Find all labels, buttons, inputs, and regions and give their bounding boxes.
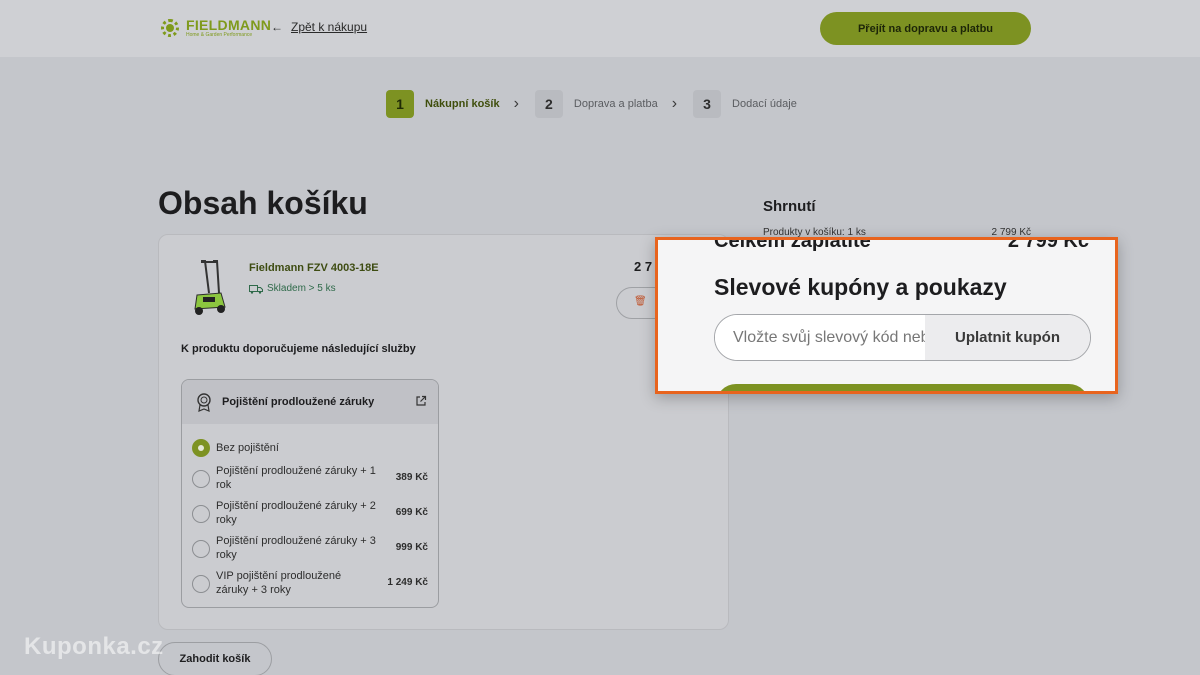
step-2-label[interactable]: Doprava a platba	[574, 98, 658, 110]
chevron-right-icon: ›	[513, 95, 519, 112]
back-link-label: Zpět k nákupu	[291, 20, 368, 34]
radio-button[interactable]	[192, 505, 210, 523]
step-2-number[interactable]: 2	[534, 90, 563, 118]
radio-button-checked[interactable]	[192, 439, 210, 457]
external-link-icon[interactable]	[415, 395, 427, 407]
coupon-code-input[interactable]	[715, 315, 925, 360]
option-label: VIP pojištění prodloužené záruky + 3 rok…	[216, 570, 342, 596]
discard-cart-button[interactable]: Zahodit košík	[158, 642, 272, 675]
logo-sun-icon	[158, 16, 182, 40]
product-price: 2 7	[634, 259, 653, 274]
checkout-steps: 1 Nákupní košík › 2 Doprava a platba › 3…	[386, 90, 797, 118]
continue-to-shipping-button[interactable]: Přejít na dopravu a platbu	[820, 12, 1031, 45]
radio-button[interactable]	[192, 470, 210, 488]
step-1-number[interactable]: 1	[386, 90, 414, 118]
option-price: 699 Kč	[395, 507, 428, 518]
radio-button[interactable]	[192, 575, 210, 593]
chevron-right-icon: ›	[671, 95, 678, 112]
coupon-form: Uplatnit kupón	[714, 314, 1091, 361]
coupon-section-title: Slevové kupóny a poukazy	[714, 274, 1007, 300]
arrow-left-icon: ←	[271, 20, 283, 34]
option-label: Pojištění prodloužené záruky + 3 roky	[216, 535, 376, 561]
kuponka-watermark: Kuponka.cz	[24, 633, 164, 660]
option-label: Pojištění prodloužené záruky + 2 roky	[216, 500, 376, 526]
warranty-option-1-year[interactable]: Pojištění prodloužené záruky + 1 rok 389…	[192, 464, 428, 492]
extended-warranty-box: Pojištění prodloužené záruky Bez pojiště…	[181, 379, 439, 608]
medal-icon	[197, 393, 211, 412]
warranty-option-2-years[interactable]: Pojištění prodloužené záruky + 2 roky 69…	[192, 499, 428, 527]
back-to-shop-link[interactable]: ← Zpět k nákupu	[271, 20, 367, 34]
warranty-option-none[interactable]: Bez pojištění	[192, 438, 428, 457]
total-value: 2 799 Kč	[1007, 237, 1089, 252]
product-name[interactable]: Fieldmann FZV 4003-18E	[249, 262, 379, 274]
checkout-button-edge[interactable]	[716, 384, 1089, 391]
page-title: Obsah košíku	[158, 185, 368, 221]
warranty-title: Pojištění prodloužené záruky	[222, 396, 375, 408]
option-label: Pojištění prodloužené záruky + 1 rok	[216, 465, 376, 491]
trash-icon: 🗑	[634, 296, 647, 307]
total-label: Celkem zaplatíte	[714, 237, 871, 252]
option-price: 1 249 Kč	[387, 577, 428, 588]
summary-title: Shrnutí	[763, 198, 816, 215]
step-3-label[interactable]: Dodací údaje	[732, 98, 797, 110]
option-label: Bez pojištění	[216, 442, 279, 454]
apply-coupon-button[interactable]: Uplatnit kupón	[925, 315, 1090, 360]
top-header: FIELDMANN Home & Garden Performance ← Zp…	[0, 0, 1200, 57]
step-3-number[interactable]: 3	[693, 90, 722, 118]
warranty-option-3-years[interactable]: Pojištění prodloužené záruky + 3 roky 99…	[192, 534, 428, 562]
radio-button[interactable]	[192, 540, 210, 558]
cart-item-card: Fieldmann FZV 4003-18E Skladem > 5 ks 2 …	[158, 234, 729, 630]
warranty-option-vip-3-years[interactable]: VIP pojištění prodloužené záruky + 3 rok…	[192, 569, 428, 597]
warranty-header: Pojištění prodloužené záruky	[182, 380, 438, 424]
recommended-services-title: K produktu doporučujeme následující služ…	[181, 343, 416, 355]
fieldmann-logo[interactable]: FIELDMANN Home & Garden Performance	[158, 16, 271, 40]
lawn-scarifier-image[interactable]	[191, 259, 227, 317]
option-price: 389 Kč	[395, 472, 428, 483]
coupon-highlight-panel: Celkem zaplatíte 2 799 Kč Slevové kupóny…	[655, 237, 1118, 394]
truck-icon	[249, 284, 263, 294]
stock-label: Skladem > 5 ks	[267, 283, 336, 294]
option-price: 999 Kč	[395, 542, 428, 553]
stock-status: Skladem > 5 ks	[249, 283, 336, 294]
logo-name: FIELDMANN	[186, 17, 272, 33]
step-1-label[interactable]: Nákupní košík	[425, 98, 500, 110]
